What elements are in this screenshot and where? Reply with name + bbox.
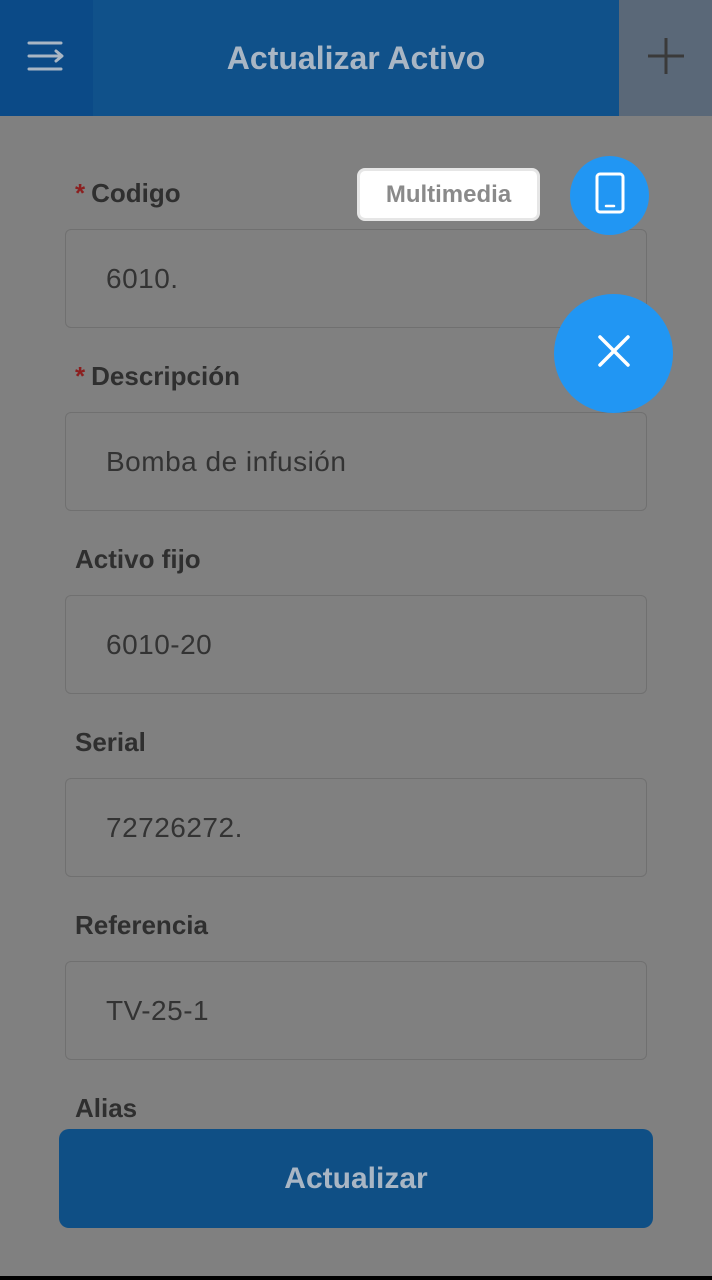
multimedia-button[interactable]: [570, 156, 649, 235]
menu-icon: [27, 39, 67, 78]
serial-field[interactable]: 72726272.: [65, 778, 647, 877]
descripcion-field[interactable]: Bomba de infusión: [65, 412, 647, 511]
alias-label: Alias: [75, 1093, 138, 1123]
page-title: Actualizar Activo: [226, 39, 486, 76]
add-button[interactable]: [619, 0, 712, 116]
app-header: Actualizar Activo: [0, 0, 712, 116]
menu-button[interactable]: [0, 0, 93, 116]
referencia-label: Referencia: [75, 910, 208, 940]
activo-fijo-field[interactable]: 6010-20: [65, 595, 647, 694]
activo-fijo-label: Activo fijo: [75, 544, 201, 574]
descripcion-label: * Descripción: [75, 361, 240, 392]
required-mark: *: [75, 178, 86, 208]
codigo-label: * Codigo: [75, 178, 181, 209]
codigo-field[interactable]: 6010.: [65, 229, 647, 328]
multimedia-tooltip[interactable]: Multimedia: [357, 168, 540, 221]
plus-icon: [646, 36, 686, 81]
required-mark: *: [75, 361, 86, 391]
bottom-edge: [0, 1276, 712, 1280]
close-fab-button[interactable]: [554, 294, 673, 413]
close-icon: [597, 334, 631, 373]
descripcion-label-text: Descripción: [91, 361, 240, 391]
actualizar-button[interactable]: Actualizar: [59, 1129, 653, 1228]
codigo-label-text: Codigo: [91, 178, 181, 208]
serial-label: Serial: [75, 727, 146, 757]
referencia-field[interactable]: TV-25-1: [65, 961, 647, 1060]
tablet-icon: [595, 172, 625, 219]
